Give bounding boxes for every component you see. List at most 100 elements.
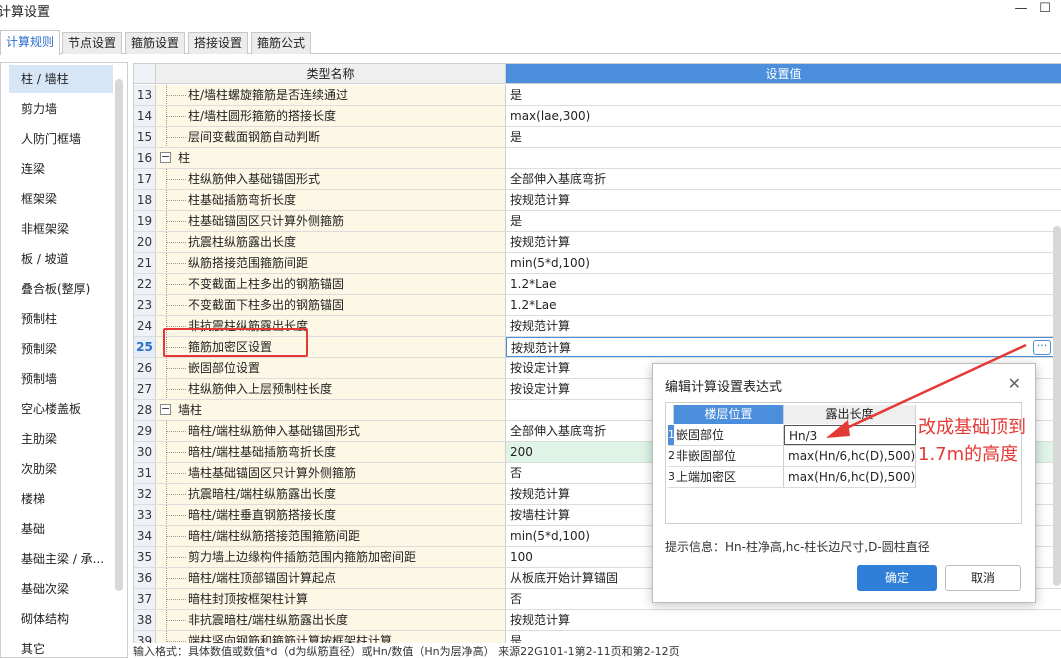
grid-header-name[interactable]: 类型名称 [156, 64, 506, 84]
type-name-cell[interactable]: 暗柱/端柱纵筋搭接范围箍筋间距 [156, 526, 506, 546]
setting-value-cell[interactable]: 按规范计算 [506, 610, 1061, 630]
floor-position-cell[interactable]: 上端加密区 [674, 467, 784, 487]
setting-value-input[interactable]: 按规范计算 ··· [506, 337, 1061, 357]
table-row[interactable]: 3 上端加密区 max(Hn/6,hc(D),500) [668, 467, 916, 488]
sidebar-item-masonry[interactable]: 砌体结构 [9, 605, 113, 633]
type-name-cell[interactable]: 暗柱/端柱基础插筋弯折长度 [156, 442, 506, 462]
floor-position-cell[interactable]: 嵌固部位 [674, 425, 784, 445]
sidebar-item-stairs[interactable]: 楼梯 [9, 485, 113, 513]
sidebar-item-composite-slab[interactable]: 叠合板(整厚) [9, 275, 113, 303]
sidebar-item-foundation-main-beam[interactable]: 基础主梁 / 承... [9, 545, 113, 573]
table-row[interactable]: 1 嵌固部位 Hn/3 [668, 425, 916, 446]
exposed-length-cell[interactable]: max(Hn/6,hc(D),500) [784, 446, 916, 466]
sidebar-item-precast-beam[interactable]: 预制梁 [9, 335, 113, 363]
type-name-cell[interactable]: 抗震柱纵筋露出长度 [156, 232, 506, 252]
tab-lap-settings[interactable]: 搭接设置 [188, 32, 249, 54]
table-row[interactable]: 15 层间变截面钢筋自动判断 是 [134, 127, 1061, 148]
setting-value-cell[interactable]: max(lae,300) [506, 106, 1061, 126]
tab-stirrup-formula[interactable]: 箍筋公式 [251, 32, 312, 54]
tab-calc-rules[interactable]: 计算规则 [0, 30, 61, 55]
ellipsis-button[interactable]: ··· [1033, 340, 1051, 355]
sidebar-item-column[interactable]: 柱 / 墙柱 [9, 65, 113, 93]
sidebar-item-secondary-rib-beam[interactable]: 次肋梁 [9, 455, 113, 483]
type-name-cell[interactable]: 不变截面上柱多出的钢筋锚固 [156, 274, 506, 294]
type-name-cell[interactable]: 抗震暗柱/端柱纵筋露出长度 [156, 484, 506, 504]
maximize-icon[interactable]: ☐ [1038, 2, 1052, 16]
sidebar-item-foundation-secondary-beam[interactable]: 基础次梁 [9, 575, 113, 603]
table-row[interactable]: 21 纵筋搭接范围箍筋间距 min(5*d,100) [134, 253, 1061, 274]
table-row[interactable]: 13 柱/墙柱螺旋箍筋是否连续通过 是 [134, 85, 1061, 106]
type-name-cell[interactable]: 层间变截面钢筋自动判断 [156, 127, 506, 147]
table-row[interactable]: 39 端柱竖向钢筋和箍筋计算按框架柱计算 是 [134, 631, 1061, 643]
type-name-cell[interactable]: 不变截面下柱多出的钢筋锚固 [156, 295, 506, 315]
type-name-cell[interactable]: 剪力墙上边缘构件插筋范围内箍筋加密间距 [156, 547, 506, 567]
type-name-cell[interactable]: 端柱竖向钢筋和箍筋计算按框架柱计算 [156, 631, 506, 643]
type-name-cell[interactable]: 纵筋搭接范围箍筋间距 [156, 253, 506, 273]
setting-value-cell[interactable]: 是 [506, 631, 1061, 643]
sidebar-item-civil-defense-frame-wall[interactable]: 人防门框墙 [9, 125, 113, 153]
type-name-cell[interactable]: 柱纵筋伸入基础锚固形式 [156, 169, 506, 189]
exposed-length-input[interactable]: Hn/3 [784, 425, 916, 445]
sidebar-item-coupling-beam[interactable]: 连梁 [9, 155, 113, 183]
setting-value-cell[interactable]: 按规范计算 [506, 316, 1061, 336]
type-name-cell[interactable]: 柱基础锚固区只计算外侧箍筋 [156, 211, 506, 231]
setting-value-cell[interactable]: 1.2*Lae [506, 295, 1061, 315]
setting-value-cell[interactable]: 按规范计算 [506, 232, 1061, 252]
setting-value-cell[interactable]: 是 [506, 211, 1061, 231]
collapse-icon[interactable]: − [160, 403, 171, 415]
type-name-cell[interactable]: 柱/墙柱圆形箍筋的搭接长度 [156, 106, 506, 126]
sidebar-item-shear-wall[interactable]: 剪力墙 [9, 95, 113, 123]
table-row[interactable]: 18 柱基础插筋弯折长度 按规范计算 [134, 190, 1061, 211]
setting-value-cell[interactable]: 是 [506, 127, 1061, 147]
grid-scrollbar[interactable] [1053, 226, 1061, 586]
type-name-cell[interactable]: 暗柱/端柱纵筋伸入基础锚固形式 [156, 421, 506, 441]
setting-value-cell[interactable]: min(5*d,100) [506, 253, 1061, 273]
table-row[interactable]: 14 柱/墙柱圆形箍筋的搭接长度 max(lae,300) [134, 106, 1061, 127]
table-row[interactable]: 22 不变截面上柱多出的钢筋锚固 1.2*Lae [134, 274, 1061, 295]
grid-header-value[interactable]: 设置值 [506, 64, 1061, 84]
tab-stirrup-settings[interactable]: 箍筋设置 [125, 32, 186, 54]
table-row[interactable]: 23 不变截面下柱多出的钢筋锚固 1.2*Lae [134, 295, 1061, 316]
type-name-cell[interactable]: 柱纵筋伸入上层预制柱长度 [156, 379, 506, 399]
table-row[interactable]: 19 柱基础锚固区只计算外侧箍筋 是 [134, 211, 1061, 232]
setting-value-cell[interactable]: 按规范计算 [506, 190, 1061, 210]
setting-value-cell[interactable]: 是 [506, 85, 1061, 105]
table-row[interactable]: 20 抗震柱纵筋露出长度 按规范计算 [134, 232, 1061, 253]
table-row[interactable]: 2 非嵌固部位 max(Hn/6,hc(D),500) [668, 446, 916, 467]
type-name-cell[interactable]: 柱/墙柱螺旋箍筋是否连续通过 [156, 85, 506, 105]
setting-value-cell[interactable]: 1.2*Lae [506, 274, 1061, 294]
type-name-cell[interactable]: 暗柱封顶按框架柱计算 [156, 589, 506, 609]
floor-position-cell[interactable]: 非嵌固部位 [674, 446, 784, 466]
cancel-button[interactable]: 取消 [945, 565, 1021, 591]
type-name-cell[interactable]: 柱基础插筋弯折长度 [156, 190, 506, 210]
tab-node-settings[interactable]: 节点设置 [62, 32, 123, 54]
expression-header-length[interactable]: 露出长度 [784, 405, 916, 424]
table-row[interactable]: 17 柱纵筋伸入基础锚固形式 全部伸入基底弯折 [134, 169, 1061, 190]
expression-header-position[interactable]: 楼层位置 [674, 405, 784, 424]
setting-value-cell[interactable]: 全部伸入基底弯折 [506, 169, 1061, 189]
group-row[interactable]: 16− 柱 [134, 148, 1061, 169]
sidebar-scrollbar[interactable] [115, 79, 123, 591]
sidebar-item-main-rib-beam[interactable]: 主肋梁 [9, 425, 113, 453]
type-name-cell[interactable]: 暗柱/端柱顶部锚固计算起点 [156, 568, 506, 588]
sidebar-item-slab-ramp[interactable]: 板 / 坡道 [9, 245, 113, 273]
sidebar-item-precast-wall[interactable]: 预制墙 [9, 365, 113, 393]
exposed-length-cell[interactable]: max(Hn/6,hc(D),500) [784, 467, 916, 487]
type-name-cell[interactable]: 嵌固部位设置 [156, 358, 506, 378]
sidebar-item-precast-column[interactable]: 预制柱 [9, 305, 113, 333]
collapse-icon[interactable]: − [160, 151, 171, 163]
sidebar-item-foundation[interactable]: 基础 [9, 515, 113, 543]
close-icon[interactable]: ✕ [1008, 374, 1021, 393]
table-row[interactable]: 38 非抗震暗柱/端柱纵筋露出长度 按规范计算 [134, 610, 1061, 631]
sidebar-item-other[interactable]: 其它 [9, 635, 113, 657]
sidebar-item-hollow-floor[interactable]: 空心楼盖板 [9, 395, 113, 423]
sidebar-item-frame-beam[interactable]: 框架梁 [9, 185, 113, 213]
type-name-cell[interactable]: − 柱 [156, 148, 506, 168]
type-name-cell[interactable]: 墙柱基础锚固区只计算外侧箍筋 [156, 463, 506, 483]
ok-button[interactable]: 确定 [857, 565, 937, 591]
sidebar-item-non-frame-beam[interactable]: 非框架梁 [9, 215, 113, 243]
setting-value-cell[interactable] [506, 148, 1061, 168]
minimize-icon[interactable]: — [1014, 2, 1028, 16]
type-name-cell[interactable]: 非抗震暗柱/端柱纵筋露出长度 [156, 610, 506, 630]
type-name-cell[interactable]: − 墙柱 [156, 400, 506, 420]
